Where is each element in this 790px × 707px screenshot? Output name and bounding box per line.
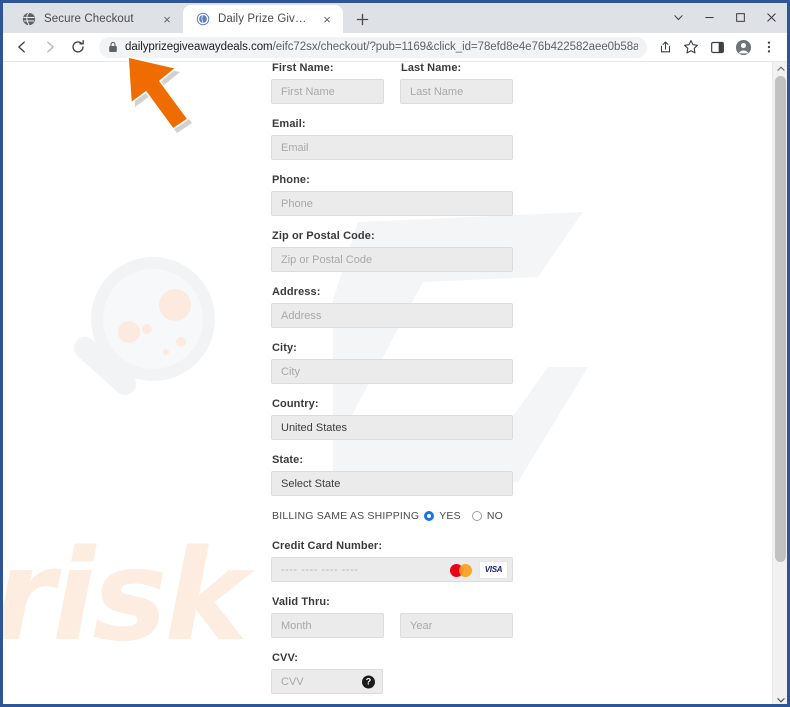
email-field-group: Email: Email (271, 118, 513, 160)
first-name-label: First Name: (272, 62, 334, 74)
address-input[interactable]: Address (271, 303, 513, 328)
back-arrow-icon[interactable] (9, 34, 35, 60)
year-field-group: Year (400, 613, 513, 652)
maximize-button[interactable] (725, 3, 756, 32)
country-label: Country: (272, 398, 319, 410)
close-button[interactable] (756, 3, 787, 32)
page-scrollbar[interactable] (772, 62, 787, 704)
zip-field-group: Zip or Postal Code: Zip or Postal Code (271, 230, 513, 272)
tab-close-icon[interactable]: × (159, 11, 175, 27)
plus-icon (356, 13, 368, 25)
scroll-down-arrow-icon[interactable] (773, 693, 787, 704)
window-controls (663, 3, 787, 32)
address-field-group: Address: Address (271, 286, 513, 328)
first-name-field-group: First Name: First Name (271, 62, 384, 118)
month-field-group: Month (271, 613, 384, 652)
cvv-label: CVV: (272, 652, 299, 664)
watermark-text: risk (3, 522, 248, 669)
billing-label: BILLING SAME AS SHIPPING (272, 510, 420, 522)
phone-label: Phone: (272, 174, 310, 186)
reload-icon[interactable] (65, 34, 91, 60)
scroll-up-arrow-icon[interactable] (773, 62, 787, 76)
lock-icon (108, 41, 118, 53)
globe-icon (21, 12, 36, 27)
tab-search-chevron-icon[interactable] (663, 3, 694, 32)
billing-no-label: NO (486, 510, 503, 522)
phone-field-group: Phone: Phone (271, 174, 513, 216)
forward-arrow-icon[interactable] (37, 34, 63, 60)
browser-toolbar: dailyprizegiveawaydeals.com/eifc72sx/che… (3, 33, 787, 62)
billing-same-as-shipping-row: BILLING SAME AS SHIPPING YES NO (272, 510, 513, 522)
share-icon[interactable] (653, 35, 677, 59)
billing-yes-label: YES (439, 510, 461, 522)
valid-thru-row: Month Year (271, 613, 513, 652)
state-field-group: State: Select State (271, 454, 513, 496)
tab-close-icon[interactable]: × (319, 11, 335, 27)
billing-no-radio[interactable] (471, 511, 482, 521)
scrollbar-thumb[interactable] (775, 76, 786, 562)
address-bar[interactable]: dailyprizegiveawaydeals.com/eifc72sx/che… (99, 36, 647, 58)
tab-title: Daily Prize Giveaway Deals (218, 13, 311, 25)
star-icon[interactable] (679, 35, 703, 59)
tab-daily-prize-giveaway-deals[interactable]: Daily Prize Giveaway Deals × (183, 5, 343, 33)
help-question-icon[interactable]: ? (362, 675, 375, 688)
valid-thru-field-group: Valid Thru: Month Year (271, 596, 513, 652)
city-input[interactable]: City (271, 359, 513, 384)
minimize-button[interactable] (694, 3, 725, 32)
name-row: First Name: First Name Last Name: Last N… (271, 62, 513, 118)
page-viewport: risk First Name: First Name Last Name: L… (3, 62, 787, 704)
valid-thru-label: Valid Thru: (272, 596, 330, 608)
address-label: Address: (272, 286, 321, 298)
checkout-form: First Name: First Name Last Name: Last N… (271, 62, 513, 704)
credit-card-field-group: Credit Card Number: ---- ---- ---- ---- … (271, 540, 513, 582)
url-host: dailyprizegiveawaydeals.com (125, 41, 273, 53)
email-label: Email: (272, 118, 306, 130)
city-field-group: City: City (271, 342, 513, 384)
state-select[interactable]: Select State (271, 471, 513, 496)
card-logos: VISA (450, 560, 508, 579)
country-field-group: Country: United States (271, 398, 513, 440)
phone-input[interactable]: Phone (271, 191, 513, 216)
side-panel-icon[interactable] (705, 35, 729, 59)
mastercard-logo (450, 562, 475, 578)
credit-card-label: Credit Card Number: (272, 540, 383, 552)
globe-icon (195, 12, 210, 27)
cvv-field-group: CVV: CVV ? (271, 652, 513, 694)
url-path: /eifc72sx/checkout/?pub=1169&click_id=78… (272, 41, 638, 53)
new-tab-button[interactable] (349, 6, 375, 32)
visa-logo: VISA (479, 560, 508, 579)
billing-yes-radio[interactable] (424, 511, 435, 521)
state-label: State: (272, 454, 304, 466)
zip-label: Zip or Postal Code: (272, 230, 375, 242)
magnifying-glass-watermark-icon (73, 257, 215, 396)
url-text: dailyprizegiveawaydeals.com/eifc72sx/che… (125, 41, 638, 53)
zip-input[interactable]: Zip or Postal Code (271, 247, 513, 272)
last-name-label: Last Name: (401, 62, 462, 74)
tab-strip: Secure Checkout × Daily Prize Giveaway D… (3, 3, 787, 33)
tab-title: Secure Checkout (44, 13, 134, 25)
expiry-month-select[interactable]: Month (271, 613, 384, 638)
credit-card-placeholder: ---- ---- ---- ---- (281, 563, 359, 576)
email-input[interactable]: Email (271, 135, 513, 160)
three-dot-menu-icon[interactable] (757, 35, 781, 59)
cvv-input-wrapper: CVV ? (271, 669, 383, 694)
browser-window: Secure Checkout × Daily Prize Giveaway D… (0, 0, 790, 707)
profile-avatar-icon[interactable] (731, 35, 755, 59)
expiry-year-select[interactable]: Year (400, 613, 513, 638)
last-name-input[interactable]: Last Name (400, 79, 513, 104)
tab-secure-checkout[interactable]: Secure Checkout × (9, 5, 183, 33)
page-body: risk First Name: First Name Last Name: L… (3, 62, 772, 704)
first-name-input[interactable]: First Name (271, 79, 384, 104)
credit-card-input[interactable]: ---- ---- ---- ---- VISA (271, 557, 513, 582)
city-label: City: (272, 342, 297, 354)
last-name-field-group: Last Name: Last Name (400, 62, 513, 118)
country-select[interactable]: United States (271, 415, 513, 440)
